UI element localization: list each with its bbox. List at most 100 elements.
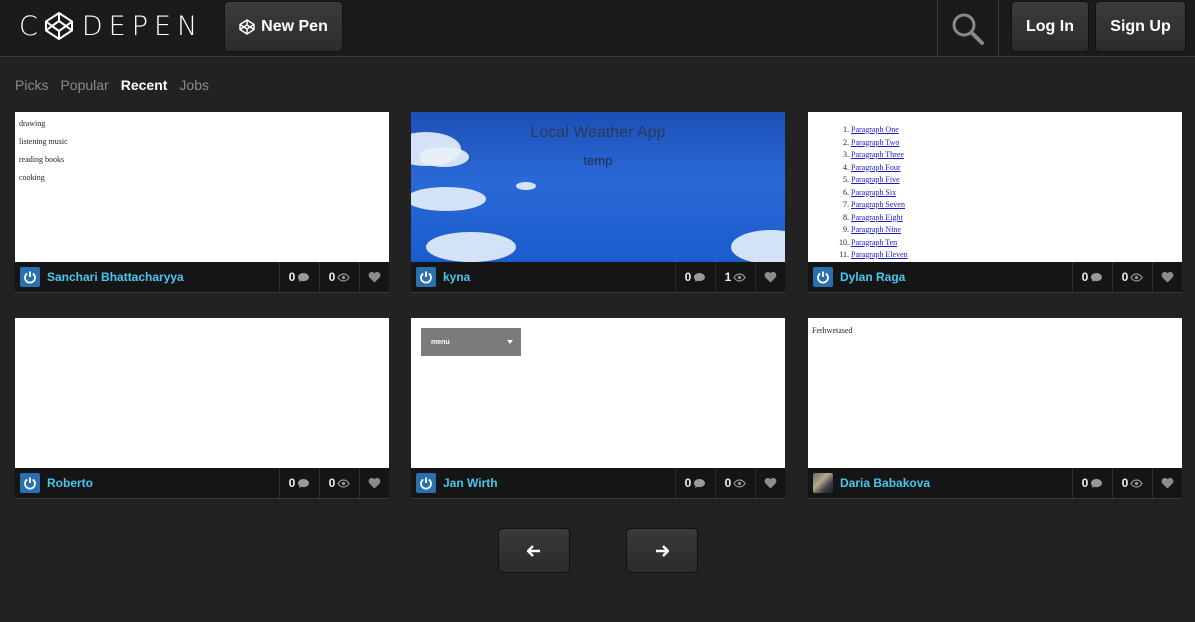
views-value: 0: [328, 476, 336, 490]
owner-name: kyna: [443, 270, 471, 284]
heart-icon: [368, 272, 381, 283]
comment-icon: [694, 272, 706, 282]
power-avatar-icon: [420, 477, 432, 490]
avatar: [20, 267, 40, 287]
like-button[interactable]: [1152, 468, 1182, 498]
paragraph-link[interactable]: Paragraph Three: [851, 150, 904, 159]
pen-owner[interactable]: Daria Babakova: [808, 468, 1072, 498]
pen-preview[interactable]: menu: [411, 318, 785, 468]
list-item: Paragraph Three: [851, 150, 1182, 159]
list-item: Paragraph Ten: [851, 238, 1182, 247]
paragraph-link[interactable]: Paragraph Five: [851, 175, 900, 184]
pen-meta-bar: Daria Babakova 0 0: [808, 468, 1182, 499]
comments-count[interactable]: 0: [1072, 468, 1112, 498]
avatar-photo: [813, 473, 833, 493]
list-item: Paragraph Seven: [851, 200, 1182, 209]
login-button[interactable]: Log In: [1011, 1, 1089, 52]
pen-preview[interactable]: Ferhwetased: [808, 318, 1182, 468]
owner-name: Dylan Raga: [840, 270, 906, 284]
pen-preview[interactable]: Local Weather App temp: [411, 112, 785, 262]
comments-value: 0: [288, 270, 296, 284]
search-button[interactable]: [937, 0, 999, 57]
next-page-button[interactable]: [626, 528, 698, 573]
logo-letter-c: C: [19, 10, 42, 42]
eye-icon: [733, 272, 747, 282]
paragraph-link[interactable]: Paragraph Seven: [851, 200, 905, 209]
tab-picks[interactable]: Picks: [15, 77, 48, 93]
new-pen-button[interactable]: New Pen: [224, 1, 343, 52]
comment-icon: [1091, 478, 1103, 488]
signup-button[interactable]: Sign Up: [1095, 1, 1186, 52]
views-value: 1: [724, 270, 732, 284]
power-avatar-icon: [420, 271, 432, 284]
pen-preview[interactable]: drawing listening music reading books co…: [15, 112, 389, 262]
codepen-box-icon: [239, 18, 255, 35]
new-pen-label: New Pen: [261, 17, 328, 35]
pen-owner[interactable]: Jan Wirth: [411, 468, 675, 498]
codepen-logo-icon: [44, 12, 73, 40]
views-count[interactable]: 0: [1112, 468, 1152, 498]
list-item: Paragraph Eight: [851, 213, 1182, 222]
views-count[interactable]: 0: [319, 262, 359, 292]
paragraph-link[interactable]: Paragraph Six: [851, 188, 896, 197]
comments-value: 0: [684, 270, 692, 284]
preview-text: Ferhwetased: [812, 326, 853, 335]
views-count[interactable]: 0: [319, 468, 359, 498]
comments-count[interactable]: 0: [675, 262, 715, 292]
heart-icon: [368, 478, 381, 489]
views-count[interactable]: 0: [1112, 262, 1152, 292]
views-value: 0: [1121, 476, 1129, 490]
comments-count[interactable]: 0: [675, 468, 715, 498]
paragraph-link[interactable]: Paragraph Four: [851, 163, 901, 172]
eye-icon: [1130, 272, 1144, 282]
pen-preview[interactable]: [15, 318, 389, 468]
sky-background: Local Weather App temp: [411, 112, 785, 262]
previous-page-button[interactable]: [498, 528, 570, 573]
menu-dropdown[interactable]: menu: [421, 328, 521, 356]
owner-name: Sanchari Bhattacharyya: [47, 270, 184, 284]
paragraph-link[interactable]: Paragraph Ten: [851, 238, 897, 247]
avatar: [416, 267, 436, 287]
like-button[interactable]: [755, 262, 785, 292]
comments-count[interactable]: 0: [1072, 262, 1112, 292]
views-count[interactable]: 0: [715, 468, 755, 498]
paragraph-link[interactable]: Paragraph Nine: [851, 225, 901, 234]
paragraph-link[interactable]: Paragraph Two: [851, 138, 899, 147]
like-button[interactable]: [1152, 262, 1182, 292]
paragraph-link[interactable]: Paragraph Eight: [851, 213, 903, 222]
pen-owner[interactable]: Dylan Raga: [808, 262, 1072, 292]
list-item: Paragraph Eleven: [851, 250, 1182, 259]
pen-preview[interactable]: Paragraph One Paragraph Two Paragraph Th…: [808, 112, 1182, 262]
cloud: [411, 187, 486, 211]
views-value: 0: [724, 476, 732, 490]
power-avatar-icon: [24, 477, 36, 490]
tab-popular[interactable]: Popular: [60, 77, 108, 93]
owner-name: Daria Babakova: [840, 476, 931, 490]
comments-value: 0: [1081, 270, 1089, 284]
cloud: [516, 182, 536, 190]
hobbies-list: drawing listening music reading books co…: [15, 112, 389, 198]
tab-recent[interactable]: Recent: [121, 77, 168, 93]
arrow-left-icon: [527, 544, 540, 557]
views-value: 0: [1121, 270, 1129, 284]
pen-owner[interactable]: Roberto: [15, 468, 279, 498]
pen-owner[interactable]: kyna: [411, 262, 675, 292]
pen-card: drawing listening music reading books co…: [15, 112, 389, 293]
pen-owner[interactable]: Sanchari Bhattacharyya: [15, 262, 279, 292]
comment-icon: [298, 478, 310, 488]
paragraph-link[interactable]: Paragraph Eleven: [851, 250, 908, 259]
views-count[interactable]: 1: [715, 262, 755, 292]
paragraph-link[interactable]: Paragraph One: [851, 125, 899, 134]
comments-count[interactable]: 0: [279, 468, 319, 498]
like-button[interactable]: [359, 262, 389, 292]
tab-jobs[interactable]: Jobs: [179, 77, 209, 93]
paragraph-link-list: Paragraph One Paragraph Two Paragraph Th…: [808, 112, 1182, 259]
eye-icon: [337, 478, 351, 488]
comments-count[interactable]: 0: [279, 262, 319, 292]
list-item: reading books: [19, 155, 65, 164]
codepen-logo[interactable]: C DEPEN: [19, 9, 203, 43]
arrow-right-icon: [656, 544, 669, 557]
pen-meta-bar: Sanchari Bhattacharyya 0 0: [15, 262, 389, 293]
like-button[interactable]: [755, 468, 785, 498]
like-button[interactable]: [359, 468, 389, 498]
